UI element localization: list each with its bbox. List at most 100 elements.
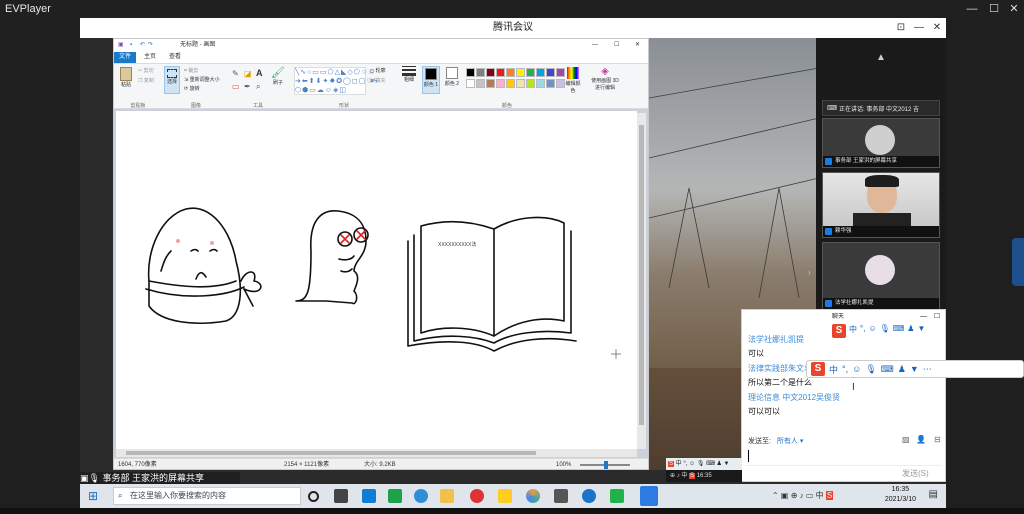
crop-button[interactable]: ⌗ 裁剪 <box>184 67 198 74</box>
notification-icon[interactable]: ▤ <box>929 489 938 500</box>
netease-music-icon[interactable] <box>470 489 484 503</box>
save-icon[interactable]: ▪ <box>130 39 132 52</box>
palette-swatch[interactable] <box>476 79 485 88</box>
chat-input[interactable] <box>746 448 941 466</box>
undo-icon[interactable]: ↶ <box>140 39 145 52</box>
mail-app-icon[interactable] <box>362 489 376 503</box>
pencil-icon[interactable]: ✎ <box>232 69 239 78</box>
emoji-icon[interactable]: ☺ <box>852 364 861 374</box>
mic-icon[interactable]: 🎙 <box>880 324 890 338</box>
edge-browser-icon[interactable] <box>414 489 428 503</box>
shapes-gallery[interactable]: ╲∿○▭▭⬠△◣◇⬠☆☆ ➔⬅⬆⬇✦✸✪◯◻▢♡ϟ ⬡⬢▭☁☺◈◫ <box>294 67 377 95</box>
palette-swatch[interactable] <box>526 68 535 77</box>
file-explorer-icon[interactable] <box>440 489 454 503</box>
tencent-meeting-icon[interactable] <box>640 486 658 506</box>
tray-icons[interactable]: ⌃ ▣ ⊕ ♪ ▭ 中 S <box>772 490 834 501</box>
palette-swatch[interactable] <box>466 79 475 88</box>
notes-app-icon[interactable] <box>498 489 512 503</box>
meeting-minimize-icon[interactable]: — <box>910 18 928 38</box>
paint3d-button[interactable]: ◈ 使用画图 3D 进行编辑 <box>588 66 622 91</box>
chrome-browser-icon[interactable] <box>526 489 540 503</box>
redo-icon[interactable]: ↷ <box>148 39 153 52</box>
player-progress-strip[interactable] <box>0 508 1024 514</box>
emoji-icon[interactable]: ☺ <box>868 324 876 338</box>
skin-icon[interactable]: ♟ <box>907 324 914 338</box>
palette-swatch[interactable] <box>546 79 555 88</box>
ime-mode[interactable]: 中 <box>829 363 838 376</box>
meeting-close-icon[interactable]: ✕ <box>928 18 946 38</box>
palette-swatch[interactable] <box>486 68 495 77</box>
text-tool-icon[interactable]: A <box>256 68 263 78</box>
shirt-icon[interactable]: ▼ <box>917 324 925 338</box>
tab-file[interactable]: 文件 <box>114 52 136 63</box>
palette-swatch[interactable] <box>526 79 535 88</box>
ime-mode-mini[interactable]: 中 <box>849 324 857 338</box>
chevron-down-icon[interactable]: ▾ <box>800 438 804 445</box>
media-app-icon[interactable] <box>388 489 402 503</box>
collapse-panel-icon[interactable]: › <box>808 268 811 277</box>
participant-tile-2[interactable]: 赖华强 <box>822 172 940 238</box>
pin-icon[interactable]: ⊡ <box>892 18 910 38</box>
maximize-icon[interactable]: ☐ <box>984 0 1004 18</box>
minimize-icon[interactable]: — <box>962 0 982 18</box>
screenshot-icon[interactable]: ⊟ <box>934 435 941 444</box>
send-button[interactable]: 发送(S) <box>902 468 929 479</box>
copy-button[interactable]: ❐ 复制 <box>138 77 154 84</box>
windows-start-icon[interactable]: ⊞ <box>88 489 98 503</box>
resize-button[interactable]: ⇲ 重新调整大小 <box>184 76 220 83</box>
sogou-icon[interactable]: S <box>832 324 846 338</box>
palette-swatch[interactable] <box>516 79 525 88</box>
mic-icon[interactable]: 🎙 <box>865 364 876 375</box>
tab-home[interactable]: 主页 <box>144 52 156 63</box>
palette-swatch[interactable] <box>496 79 505 88</box>
skin-icon[interactable]: ▼ <box>910 364 919 374</box>
ime-punct[interactable]: °, <box>842 364 848 374</box>
ime-punct-mini[interactable]: °, <box>860 324 865 338</box>
side-handle[interactable] <box>1012 238 1024 286</box>
scroll-thumb[interactable] <box>639 125 644 425</box>
eraser-icon[interactable]: ▭ <box>232 82 240 91</box>
image-icon[interactable]: ▨ <box>902 435 910 444</box>
close-icon[interactable]: ✕ <box>1004 0 1024 18</box>
palette-swatch[interactable] <box>536 79 545 88</box>
chat-minimize-icon[interactable]: — <box>920 310 927 324</box>
palette-swatch[interactable] <box>546 68 555 77</box>
scroll-up-icon[interactable]: ▲ <box>876 52 886 63</box>
chat-close-icon[interactable]: ☐ <box>934 310 940 324</box>
select-button[interactable]: 选择 <box>164 66 180 94</box>
palette-swatch[interactable] <box>496 68 505 77</box>
send-to-dropdown[interactable]: 所有人 <box>777 438 798 445</box>
magnifier-icon[interactable]: ⌕ <box>256 82 260 92</box>
wechat-icon[interactable] <box>610 489 624 503</box>
more-icon[interactable]: ⋯ <box>923 364 932 375</box>
palette-swatch[interactable] <box>516 68 525 77</box>
color1-button[interactable]: 颜色 1 <box>422 66 440 94</box>
toolbox-icon[interactable]: ♟ <box>898 364 906 375</box>
vertical-scrollbar[interactable] <box>637 113 646 449</box>
cortana-icon[interactable] <box>308 491 319 502</box>
hscroll-thumb[interactable] <box>126 451 536 455</box>
palette-swatch[interactable] <box>476 68 485 77</box>
keyboard-icon[interactable]: ⌨ <box>881 364 894 375</box>
horizontal-scrollbar[interactable] <box>116 449 637 457</box>
participant-tile-1[interactable]: 事务部 王家洪的屏幕共享 <box>822 118 940 168</box>
brush-button[interactable]: 🖌 刷子 <box>270 66 286 86</box>
rotate-button[interactable]: ⟳ 旋转 <box>184 85 200 92</box>
task-view-icon[interactable] <box>334 489 348 503</box>
store-app-icon[interactable] <box>554 489 568 503</box>
taskbar-search-input[interactable]: ⌕ 在这里输入你要搜索的内容 <box>113 487 301 505</box>
color2-button[interactable]: 颜色 2 <box>443 66 461 87</box>
paint-close-icon[interactable]: ✕ <box>635 39 640 52</box>
paste-button[interactable]: 粘贴 <box>117 67 135 88</box>
zoom-slider-thumb[interactable] <box>604 461 608 469</box>
outline-button[interactable]: ◻ 轮廓 <box>370 67 386 74</box>
drawing-canvas[interactable]: XXXXXXXXXX法 <box>116 111 637 449</box>
fill-bucket-icon[interactable]: ◪ <box>244 69 252 78</box>
tab-view[interactable]: 查看 <box>169 52 181 63</box>
size-button[interactable]: 粗细 <box>400 66 418 83</box>
mention-icon[interactable]: 👤 <box>916 435 926 444</box>
color-picker-icon[interactable]: ✒ <box>244 82 251 91</box>
palette-swatch[interactable] <box>506 79 515 88</box>
edit-colors-button[interactable]: 编辑颜色 <box>564 66 582 94</box>
participant-tile-3[interactable]: 法学社娜扎凯提 <box>822 242 940 310</box>
